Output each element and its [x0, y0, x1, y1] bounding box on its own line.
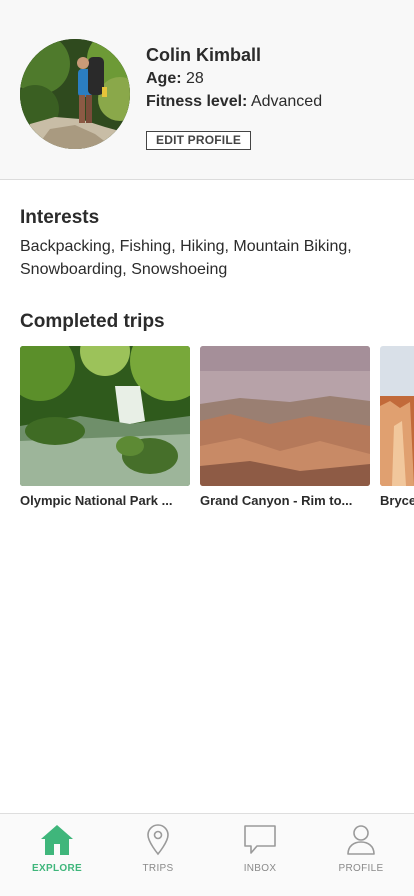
profile-header: Colin Kimball Age: 28 Fitness level: Adv…	[0, 0, 414, 180]
home-icon	[7, 824, 107, 858]
tab-inbox-label: INBOX	[243, 863, 277, 874]
trip-name: Bryce	[380, 493, 414, 508]
trip-name: Grand Canyon - Rim to...	[200, 493, 353, 508]
trip-card[interactable]: Bryce	[380, 346, 414, 508]
edit-profile-button[interactable]: EDIT PROFILE	[146, 131, 252, 150]
trip-image	[20, 346, 190, 486]
trip-name: Olympic National Park ...	[20, 493, 173, 508]
chat-bubble-icon	[210, 824, 310, 858]
completed-trips-heading: Completed trips	[20, 311, 165, 332]
tab-inbox[interactable]: INBOX	[210, 814, 310, 884]
fitness-row: Fitness level: Advanced	[146, 93, 322, 111]
fitness-label: Fitness level:	[146, 93, 248, 110]
age-row: Age: 28	[146, 70, 204, 88]
interests-heading: Interests	[20, 207, 100, 228]
bottom-tab-bar: EXPLORE TRIPS INBOX PROFILE	[0, 813, 414, 896]
profile-name: Colin Kimball	[146, 45, 262, 65]
tab-explore[interactable]: EXPLORE	[7, 814, 107, 884]
trip-image	[200, 346, 370, 486]
tab-explore-label: EXPLORE	[32, 863, 82, 874]
age-value: 28	[186, 70, 204, 87]
tab-profile-label: PROFILE	[338, 863, 384, 874]
trip-card[interactable]: Grand Canyon - Rim to...	[200, 346, 370, 508]
avatar	[20, 39, 130, 149]
interests-list: Backpacking, Fishing, Hiking, Mountain B…	[20, 238, 352, 278]
trip-card[interactable]: Olympic National Park ...	[20, 346, 190, 508]
map-pin-icon	[108, 824, 208, 858]
user-icon	[311, 824, 411, 858]
tab-profile[interactable]: PROFILE	[311, 814, 411, 884]
completed-trips-carousel[interactable]: Olympic National Park ... Grand Canyon -…	[0, 346, 414, 516]
age-label: Age:	[146, 70, 182, 87]
fitness-value: Advanced	[250, 93, 323, 110]
tab-trips[interactable]: TRIPS	[108, 814, 208, 884]
tab-trips-label: TRIPS	[142, 863, 174, 874]
trip-image	[380, 346, 414, 486]
